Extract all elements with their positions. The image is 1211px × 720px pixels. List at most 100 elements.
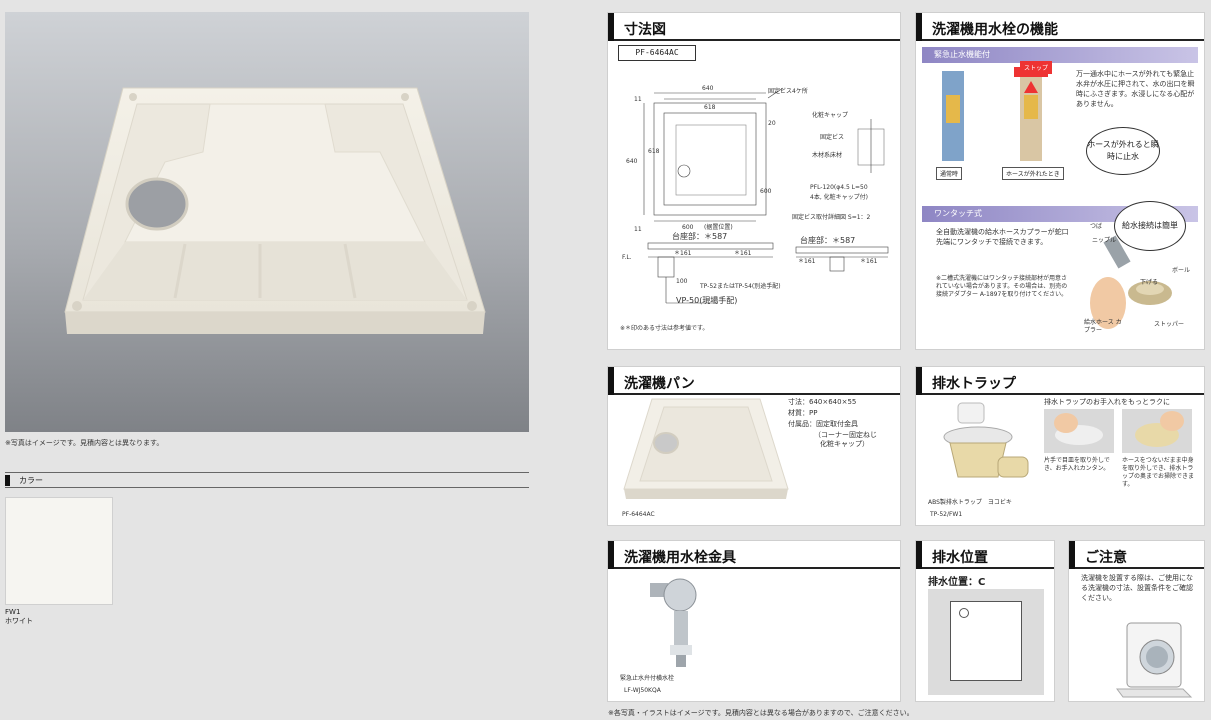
dim-600-width: 600 xyxy=(682,224,694,231)
label-base-right: 台座部：＊587 xyxy=(800,235,855,245)
swatch-name: ホワイト xyxy=(5,617,33,625)
label-pfl: PFL-120(φ4.5 L=50 xyxy=(810,184,868,191)
trap-step2-image xyxy=(1122,409,1192,453)
fitting-panel: 洗濯機用水栓金具 緊急止水弁付横水栓 LF-WJ50KQA xyxy=(607,540,901,702)
pan-model: PF-6464AC xyxy=(622,511,655,518)
dimensions-title: 寸法図 xyxy=(624,22,666,38)
pan-material: 材質：PP xyxy=(788,409,818,417)
dim-20: 20 xyxy=(768,120,776,127)
label-fl: F.L. xyxy=(622,254,632,261)
caution-text: 洗濯機を設置する際は、ご使用になる洗濯機の寸法、設置条件をご確認ください。 xyxy=(1081,574,1193,602)
pan-accessories: 付属品：固定取付金具 xyxy=(788,420,858,428)
dim-618-width: 618 xyxy=(704,104,716,111)
dimension-drawing: 640 618 11 11 20 640 618 600 600 (据置位置) … xyxy=(622,85,889,305)
dim-11-bottom: 11 xyxy=(634,226,642,233)
faucet-function-header: 洗濯機用水栓の機能 xyxy=(916,13,1204,41)
color-swatch-white[interactable] xyxy=(5,497,113,605)
dim-600-note: (据置位置) xyxy=(704,223,733,231)
heading-marker xyxy=(608,13,614,41)
fitting-product-code: LF-WJ50KQA xyxy=(624,687,661,694)
dim-618-height: 618 xyxy=(648,148,660,155)
color-heading: カラー xyxy=(5,472,529,488)
drain-position-title: 排水位置 xyxy=(932,550,988,566)
product-photo xyxy=(5,12,529,432)
label-pfl-2: 4本, 化粧キャップ付) xyxy=(810,193,868,201)
dimensions-panel: 寸法図 PF-6464AC 640 618 11 11 20 640 618 6… xyxy=(607,12,901,350)
heading-marker xyxy=(608,367,614,395)
heading-marker xyxy=(608,541,614,569)
stop-label: ストップ xyxy=(1020,61,1053,74)
dim-161-a: ＊161 xyxy=(674,250,692,257)
trap-step1-image xyxy=(1044,409,1114,453)
pan-thumbnail xyxy=(623,398,789,499)
label-fix-screws: 固定ビス4ケ所 xyxy=(768,87,808,95)
caution-panel: ご注意 洗濯機を設置する際は、ご使用になる洗濯機の寸法、設置条件をご確認ください… xyxy=(1068,540,1205,702)
washing-machine-image xyxy=(1116,622,1193,698)
label-pull: 下げる xyxy=(1140,279,1159,286)
trap-step1-text: 片手で目皿を取り外しでき、お手入れカンタン。 xyxy=(1044,457,1110,472)
label-tsuba: つば xyxy=(1090,223,1103,230)
fitting-header: 洗濯機用水栓金具 xyxy=(608,541,900,569)
pan-panel: 洗濯機パン 寸法：640×640×55 材質：PP 付属品：固定取付金具 （コー… xyxy=(607,366,901,526)
drain-position-header: 排水位置 xyxy=(916,541,1054,569)
fitting-title: 洗濯機用水栓金具 xyxy=(624,550,736,566)
pan-size: 寸法：640×640×55 xyxy=(788,398,857,406)
label-ball: ボール xyxy=(1172,267,1191,274)
dimensions-header: 寸法図 xyxy=(608,13,900,41)
label-floor: 木材系床材 xyxy=(812,151,842,159)
label-cap: 化粧キャップ xyxy=(812,111,848,119)
label-nipple: ニップル xyxy=(1092,237,1117,244)
emergency-stop-description: 万一通水中にホースが外れても緊急止水弁が水圧に押されて、水の出口を瞬時にふさぎま… xyxy=(1076,70,1195,108)
faucet-fitting-image xyxy=(650,578,697,667)
one-touch-note: ※二槽式洗濯機にはワンタッチ接続部材が用意されていない場合があります。その場合は… xyxy=(936,275,1068,298)
trap-step2-text: ホースをつないだまま中身を取り外しでき、排水トラップの奥までお掃除できます。 xyxy=(1122,457,1195,488)
faucet-function-panel: 洗濯機用水栓の機能 緊急止水機能付 ストップ 万一通水中にホースが外れても緊急止… xyxy=(915,12,1205,350)
label-tp: TP-52またはTP-54(別途手配) xyxy=(699,282,781,290)
section-emergency-stop: 緊急止水機能付 xyxy=(922,47,1198,63)
label-coupler: 給水ホース カプラー xyxy=(1084,319,1122,334)
pan-accessories-3: 化粧キャップ） xyxy=(820,440,869,448)
fitting-product-name: 緊急止水弁付横水栓 xyxy=(620,675,675,682)
dim-161-b: ＊161 xyxy=(734,250,752,257)
dim-100: 100 xyxy=(676,278,688,285)
drain-position-panel: 排水位置 排水位置：C xyxy=(915,540,1055,702)
caution-header: ご注意 xyxy=(1069,541,1204,569)
heading-marker xyxy=(1069,541,1075,569)
caption-hose-off: ホースが外れたとき xyxy=(1002,167,1064,180)
trap-product-name: ABS製排水トラップ ヨコビキ xyxy=(928,499,1012,506)
trap-product-code: TP-52/FW1 xyxy=(930,511,963,518)
drain-position-diagram xyxy=(928,589,1044,695)
pan-outline xyxy=(950,601,1022,681)
dim-600-height: 600 xyxy=(760,188,772,195)
dim-640-height: 640 xyxy=(626,158,638,165)
trap-panel: 排水トラップ 排水トラップのお手入れをもっとラクに 片手で目皿を取り外しでき、お… xyxy=(915,366,1205,526)
footer-note: ※各写真・イラストはイメージです。見積内容とは異なる場合がありますので、ご注意く… xyxy=(608,709,914,717)
trap-product-image xyxy=(943,402,1029,478)
pan-title: 洗濯機パン xyxy=(624,376,695,392)
color-heading-label: カラー xyxy=(19,476,43,485)
faucet-function-title: 洗濯機用水栓の機能 xyxy=(932,22,1058,38)
label-base-left: 台座部：＊587 xyxy=(672,231,727,241)
heading-marker xyxy=(916,367,922,395)
label-detail: 固定ビス取付詳細図 S=1：2 xyxy=(792,213,871,221)
one-touch-description: 全自動洗濯機の給水ホースカプラーが蛇口先端にワンタッチで接続できます。 xyxy=(936,228,1069,246)
label-vp: VP-50(現場手配) xyxy=(676,295,737,305)
bubble-instant-stop: ホースが外れると瞬時に止水 xyxy=(1086,127,1160,175)
swatch-code: FW1 xyxy=(5,608,21,616)
pan-header: 洗濯機パン xyxy=(608,367,900,395)
caption-normal: 通常時 xyxy=(936,167,963,180)
heading-marker xyxy=(916,13,922,41)
heading-marker xyxy=(916,541,922,569)
dim-161-c: ＊161 xyxy=(798,258,816,265)
heading-marker xyxy=(5,475,10,486)
label-screw: 固定ビス xyxy=(820,133,844,141)
dim-161-d: ＊161 xyxy=(860,258,878,265)
swatch-caption: FW1 ホワイト xyxy=(5,608,33,626)
dimensions-note: ※＊印のある寸法は参考値です。 xyxy=(620,325,709,332)
trap-lead: 排水トラップのお手入れをもっとラクに xyxy=(1044,398,1170,406)
trap-header: 排水トラップ xyxy=(916,367,1204,395)
dim-11-top: 11 xyxy=(634,96,642,103)
photo-note: ※写真はイメージです。見積内容とは異なります。 xyxy=(5,439,164,447)
label-stopper: ストッパー xyxy=(1154,321,1185,328)
dim-640-width: 640 xyxy=(702,85,714,92)
